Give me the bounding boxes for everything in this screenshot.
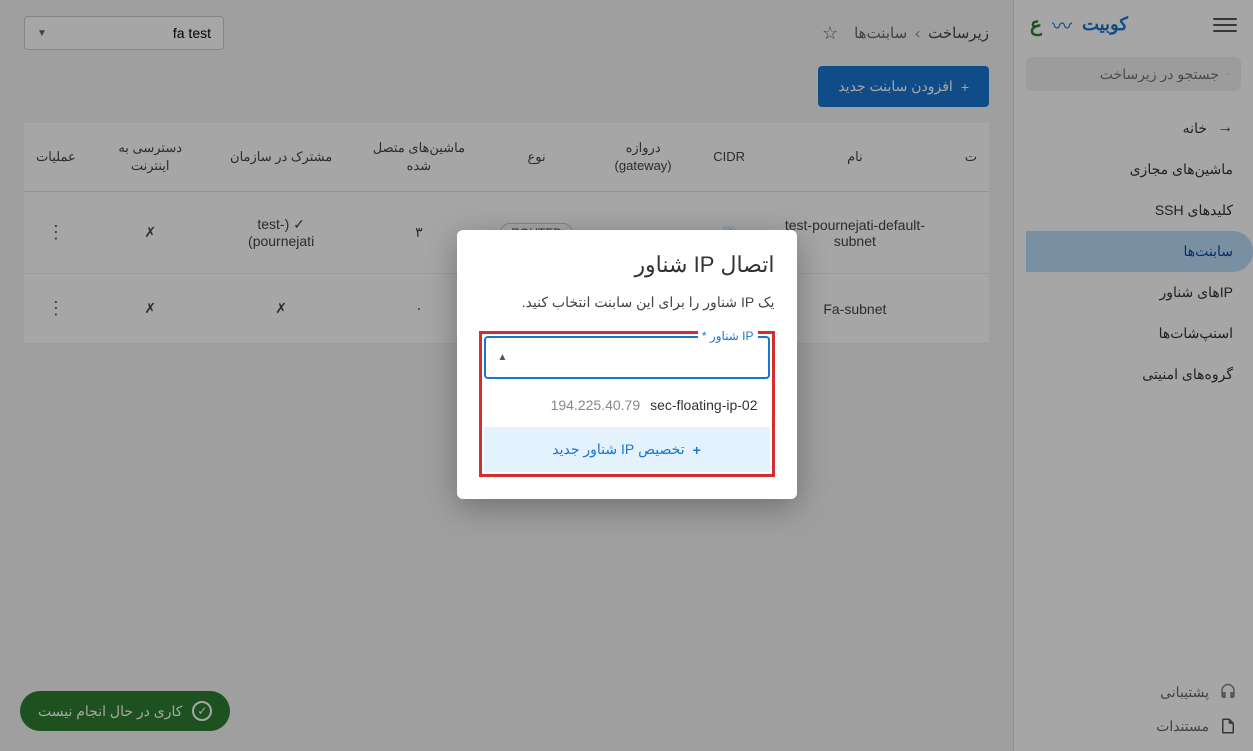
modal-title: اتصال IP شناور — [479, 252, 775, 278]
floating-ip-select[interactable]: IP شناور * ▲ — [484, 336, 770, 379]
floating-ip-modal: اتصال IP شناور یک IP شناور را برای این س… — [457, 230, 797, 499]
highlight-annotation: IP شناور * ▲ sec-floating-ip-02 194.225.… — [479, 331, 775, 477]
caret-up-icon: ▲ — [498, 352, 508, 363]
modal-overlay[interactable]: اتصال IP شناور یک IP شناور را برای این س… — [0, 0, 1253, 751]
floating-ip-option[interactable]: sec-floating-ip-02 194.225.40.79 — [484, 383, 770, 427]
new-option-label: تخصیص IP شناور جدید — [552, 441, 684, 458]
option-ip: 194.225.40.79 — [551, 397, 641, 413]
allocate-new-ip-option[interactable]: + تخصیص IP شناور جدید — [484, 427, 770, 472]
select-label: IP شناور * — [698, 329, 758, 343]
plus-icon: + — [693, 442, 701, 458]
modal-desc: یک IP شناور را برای این سابنت انتخاب کنی… — [479, 294, 775, 311]
floating-ip-dropdown: sec-floating-ip-02 194.225.40.79 + تخصیص… — [484, 383, 770, 472]
option-name: sec-floating-ip-02 — [650, 397, 757, 413]
